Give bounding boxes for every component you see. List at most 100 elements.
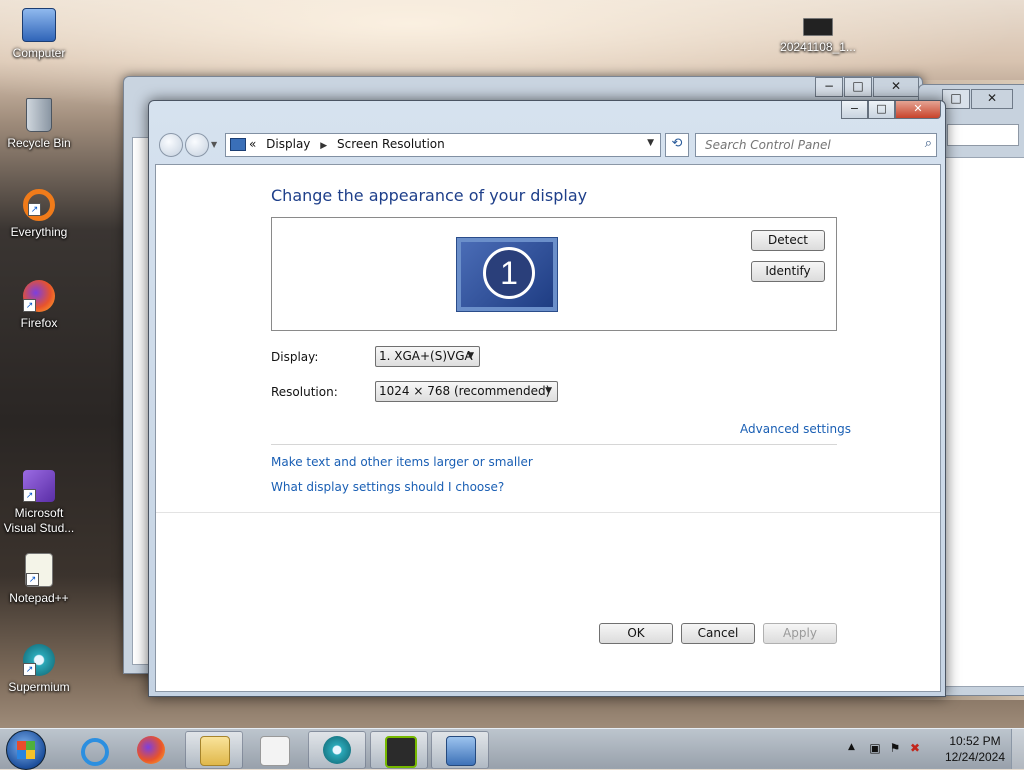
advanced-settings-link[interactable]: Advanced settings	[740, 422, 851, 436]
monitor-1-icon[interactable]: 1	[456, 237, 558, 312]
close-button[interactable]: ✕	[971, 89, 1013, 109]
breadcrumb-separator-icon[interactable]: ▶	[320, 141, 327, 151]
identify-button[interactable]: Identify	[751, 261, 825, 282]
action-center-flag-icon[interactable]: ⚑	[888, 741, 902, 755]
video-thumbnail-icon	[803, 18, 833, 36]
resolution-select-value: 1024 × 768 (recommended)	[379, 384, 551, 398]
clock-date: 12/24/2024	[944, 750, 1006, 764]
resolution-label: Resolution:	[271, 385, 338, 399]
text-size-link[interactable]: Make text and other items larger or smal…	[271, 455, 533, 469]
internet-explorer-icon	[81, 738, 109, 766]
nvidia-icon	[385, 736, 417, 768]
divider	[271, 444, 837, 445]
desktop-icon-label: Computer	[12, 46, 66, 60]
desktop-icon-firefox[interactable]: ↗ Firefox	[1, 280, 77, 331]
display-help-link[interactable]: What display settings should I choose?	[271, 480, 504, 494]
folder-icon	[200, 736, 230, 766]
minimize-button[interactable]: −	[815, 77, 843, 97]
breadcrumb: « Display ▶ Screen Resolution	[249, 137, 445, 151]
supermium-icon	[323, 736, 351, 764]
address-bar[interactable]: « Display ▶ Screen Resolution ▼	[225, 133, 661, 157]
network-icon[interactable]: ▣	[868, 741, 882, 755]
taskbar-internet-explorer[interactable]	[62, 731, 120, 769]
desktop-icon-supermium[interactable]: ↗ Supermium	[1, 644, 77, 695]
address-dropdown-icon[interactable]: ▼	[647, 138, 654, 148]
desktop-icon-video-file[interactable]: 20241108_1...	[780, 18, 856, 55]
clock[interactable]: 10:52 PM 12/24/2024	[940, 733, 1010, 765]
shortcut-arrow-icon: ↗	[23, 489, 36, 502]
breadcrumb-overflow[interactable]: «	[249, 137, 256, 151]
ok-button[interactable]: OK	[599, 623, 673, 644]
recent-pages-dropdown-icon[interactable]: ▼	[211, 140, 217, 149]
desktop-icon-visual-studio[interactable]: ↗ Microsoft Visual Stud...	[1, 470, 77, 536]
desktop-icon-everything[interactable]: ↗ Everything	[1, 189, 77, 240]
control-panel-icon	[230, 138, 246, 151]
forward-button[interactable]	[185, 133, 209, 157]
computer-icon	[22, 8, 56, 42]
media-player-icon	[260, 736, 290, 766]
desktop-icon-notepadpp[interactable]: ↗ Notepad++	[1, 553, 77, 606]
maximize-button[interactable]: □	[844, 77, 872, 97]
taskbar-media-player[interactable]	[245, 731, 303, 769]
breadcrumb-screen-resolution[interactable]: Screen Resolution	[337, 137, 445, 151]
taskbar-nvidia[interactable]	[370, 731, 428, 769]
desktop-icon-label: Microsoft Visual Stud...	[3, 506, 75, 535]
clock-time: 10:52 PM	[949, 734, 1001, 748]
firefox-icon	[137, 736, 165, 764]
shortcut-arrow-icon: ↗	[23, 299, 36, 312]
resolution-select[interactable]: 1024 × 768 (recommended) ▼	[375, 381, 558, 402]
maximize-button[interactable]: □	[942, 89, 970, 109]
navigation-bar: ▼ « Display ▶ Screen Resolution ▼ ⟲ ⌕	[157, 132, 937, 158]
back-button[interactable]	[159, 133, 183, 157]
volume-muted-icon[interactable]: ✖	[908, 741, 922, 755]
shortcut-arrow-icon: ↗	[23, 663, 36, 676]
start-button[interactable]	[6, 730, 46, 770]
shortcut-arrow-icon: ↗	[26, 573, 39, 586]
desktop-icon-label: Notepad++	[9, 591, 69, 605]
windows-logo-icon	[17, 741, 35, 759]
desktop-icon-label: Everything	[10, 225, 68, 239]
background-window-pane	[945, 157, 1024, 687]
dropdown-arrow-icon: ▼	[545, 386, 552, 396]
taskbar-file-explorer[interactable]	[185, 731, 243, 769]
search-icon[interactable]: ⌕	[925, 136, 932, 151]
system-tray: ▲ ▣ ⚑ ✖ 10:52 PM 12/24/2024	[834, 729, 1024, 769]
search-input[interactable]	[703, 137, 912, 153]
show-desktop-button[interactable]	[1011, 729, 1024, 769]
search-input[interactable]	[947, 124, 1019, 146]
footer-divider	[156, 512, 940, 513]
screen-resolution-window: − □ ✕ ▼ « Display ▶ Screen Resolution ▼ …	[148, 100, 946, 697]
desktop-icon-label: Recycle Bin	[7, 136, 71, 150]
close-button[interactable]: ✕	[895, 101, 941, 119]
monitor-number: 1	[483, 247, 535, 299]
refresh-button[interactable]: ⟲	[665, 133, 689, 157]
display-select-value: 1. XGA+(S)VGA	[379, 349, 473, 363]
cancel-button[interactable]: Cancel	[681, 623, 755, 644]
firefox-icon: ↗	[23, 280, 55, 312]
close-button[interactable]: ✕	[873, 77, 919, 97]
detect-button[interactable]: Detect	[751, 230, 825, 251]
title-bar-buttons: − □ ✕	[841, 101, 941, 119]
supermium-icon: ↗	[23, 644, 55, 676]
desktop-icon-computer[interactable]: Computer	[1, 8, 77, 61]
taskbar-firefox[interactable]	[122, 731, 180, 769]
taskbar-display-settings[interactable]	[431, 731, 489, 769]
desktop-icon-label: 20241108_1...	[780, 40, 856, 54]
display-select[interactable]: 1. XGA+(S)VGA ▼	[375, 346, 480, 367]
search-control-panel[interactable]: ⌕	[695, 133, 937, 157]
desktop-icon-label: Firefox	[20, 316, 58, 330]
desktop-icon-recycle-bin[interactable]: Recycle Bin	[1, 98, 77, 151]
notepadpp-icon: ↗	[25, 553, 53, 587]
display-label: Display:	[271, 350, 319, 364]
page-title: Change the appearance of your display	[271, 186, 588, 205]
minimize-button[interactable]: −	[841, 101, 868, 119]
apply-button[interactable]: Apply	[763, 623, 837, 644]
maximize-button[interactable]: □	[868, 101, 895, 119]
dropdown-arrow-icon: ▼	[467, 351, 474, 361]
breadcrumb-display[interactable]: Display	[266, 137, 310, 151]
taskbar-supermium[interactable]	[308, 731, 366, 769]
show-hidden-icons-icon[interactable]: ▲	[848, 742, 855, 752]
display-settings-icon	[446, 736, 476, 766]
shortcut-arrow-icon: ↗	[28, 203, 41, 216]
display-preview-panel: 1 Detect Identify	[271, 217, 837, 331]
